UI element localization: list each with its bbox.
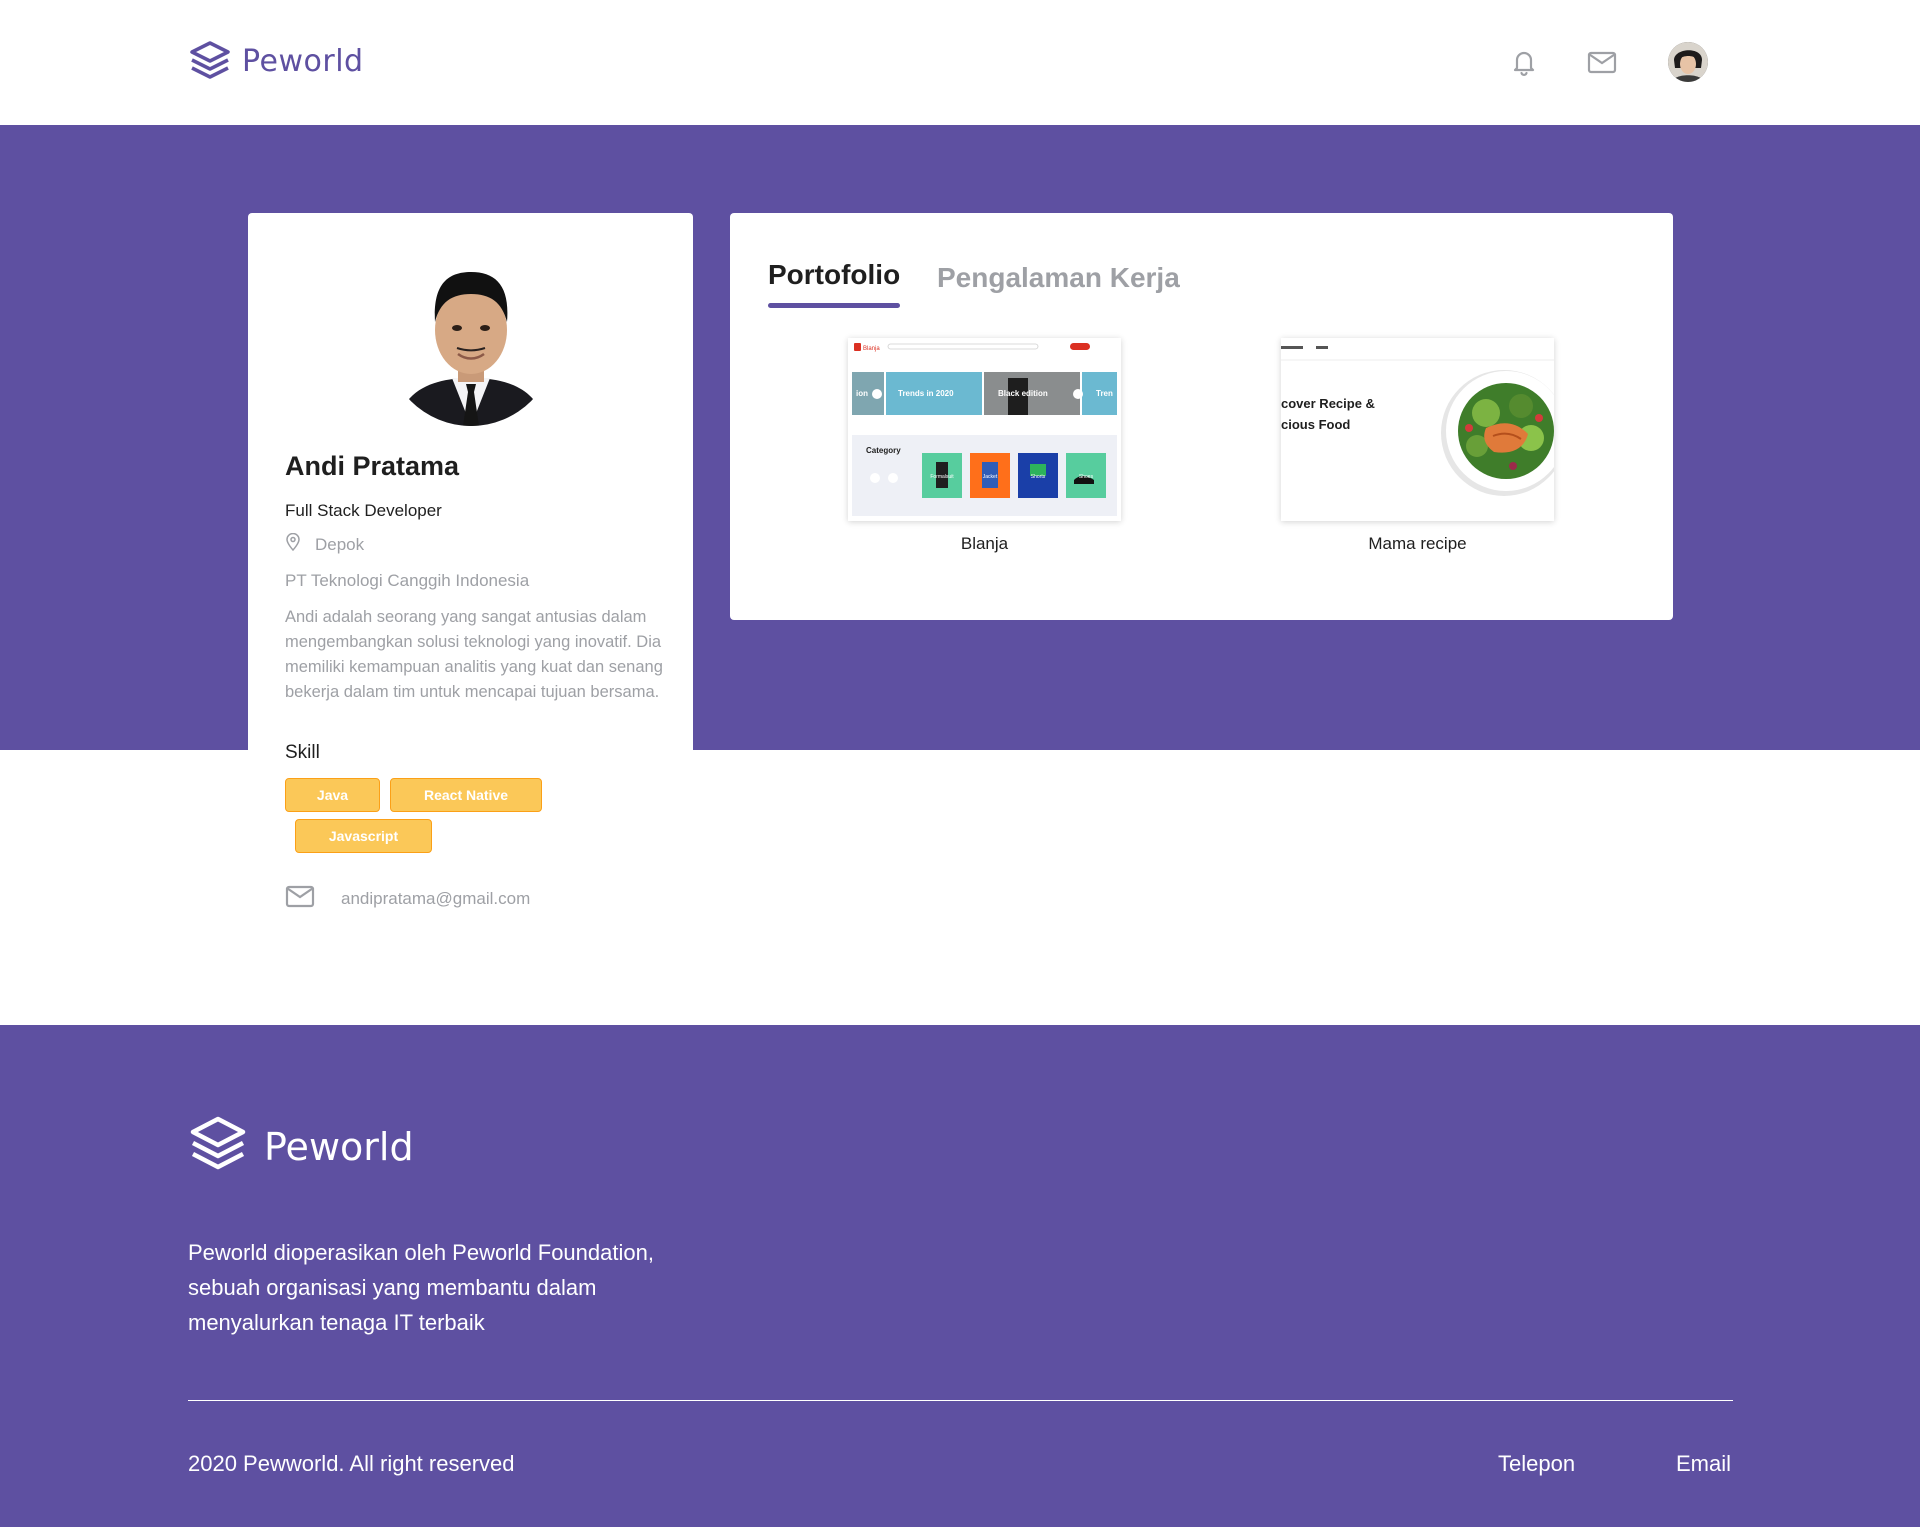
- thumb-banner: Trends in 2020: [898, 389, 954, 398]
- thumb-banner: Black edition: [998, 389, 1048, 398]
- thumb-category: Jacket: [983, 474, 998, 480]
- portfolio-thumbnail-blanja: Blanja ion Trends in 2020 Black edition …: [848, 338, 1121, 521]
- footer-divider: [188, 1400, 1733, 1401]
- mail-icon: [285, 884, 315, 913]
- footer-brand-name: Peworld: [264, 1124, 414, 1169]
- bell-icon[interactable]: [1508, 46, 1540, 78]
- thumb-banner: Tren: [1096, 389, 1113, 398]
- portfolio-item-label: Blanja: [960, 534, 1009, 553]
- profile-location-text: Depok: [315, 534, 365, 554]
- portfolio-item[interactable]: cover Recipe & cious Food Mama recipe: [1281, 338, 1554, 554]
- portfolio-item[interactable]: Blanja ion Trends in 2020 Black edition …: [848, 338, 1121, 554]
- brand-logo-link[interactable]: Peworld: [188, 40, 364, 82]
- tab-portfolio[interactable]: Portofolio: [768, 259, 901, 308]
- portfolio-item-label: Mama recipe: [1368, 534, 1467, 553]
- thumb-category: Shorts: [1031, 474, 1046, 480]
- footer-brand[interactable]: Peworld: [188, 1115, 414, 1178]
- footer-description: Peworld dioperasikan oleh Peworld Founda…: [188, 1240, 654, 1335]
- mail-icon[interactable]: [1586, 46, 1618, 78]
- tab-work-experience[interactable]: Pengalaman Kerja: [937, 262, 1180, 294]
- portfolio-thumbnail-mama-recipe: cover Recipe & cious Food: [1281, 338, 1554, 521]
- profile-job-title: Full Stack Developer: [285, 501, 442, 520]
- navbar: Peworld: [0, 0, 1920, 125]
- thumb-category-title: Category: [866, 446, 901, 455]
- brand-name: Peworld: [242, 43, 364, 79]
- skill-badge: Javascript: [295, 819, 432, 853]
- map-pin-icon: [285, 532, 301, 556]
- footer-phone-link[interactable]: Telepon: [1498, 1451, 1575, 1477]
- thumb-category: Formalsuit: [930, 474, 954, 480]
- skill-badge: Java: [285, 778, 380, 812]
- thumb-banner: ion: [856, 389, 868, 398]
- skill-badge: React Native: [390, 778, 542, 812]
- layers-logo-icon: [188, 1115, 248, 1178]
- user-avatar[interactable]: [1668, 42, 1708, 82]
- profile-bio: Andi adalah seorang yang sangat antusias…: [285, 608, 663, 701]
- thumb-app-name: Blanja: [863, 346, 880, 352]
- skill-title: Skill: [285, 742, 320, 763]
- thumb-category: Shoes: [1079, 474, 1094, 480]
- profile-location: Depok: [285, 532, 365, 556]
- footer-copyright: 2020 Pewworld. All right reserved: [188, 1451, 515, 1476]
- thumb-headline: cious Food: [1281, 417, 1350, 432]
- profile-card: Andi Pratama Full Stack Developer Depok …: [248, 213, 693, 750]
- profile-company: PT Teknologi Canggih Indonesia: [285, 571, 530, 590]
- profile-photo: [386, 256, 556, 426]
- profile-name: Andi Pratama: [285, 451, 460, 481]
- portfolio-card: Portofolio Pengalaman Kerja Blanja ion T…: [730, 213, 1673, 620]
- layers-logo-icon: [188, 40, 232, 82]
- footer: Peworld Peworld dioperasikan oleh Peworl…: [0, 1025, 1920, 1527]
- footer-email-link[interactable]: Email: [1676, 1451, 1731, 1477]
- thumb-headline: cover Recipe &: [1281, 396, 1375, 411]
- contact-email-text: andipratama@gmail.com: [341, 888, 531, 908]
- contact-email[interactable]: andipratama@gmail.com: [285, 884, 530, 913]
